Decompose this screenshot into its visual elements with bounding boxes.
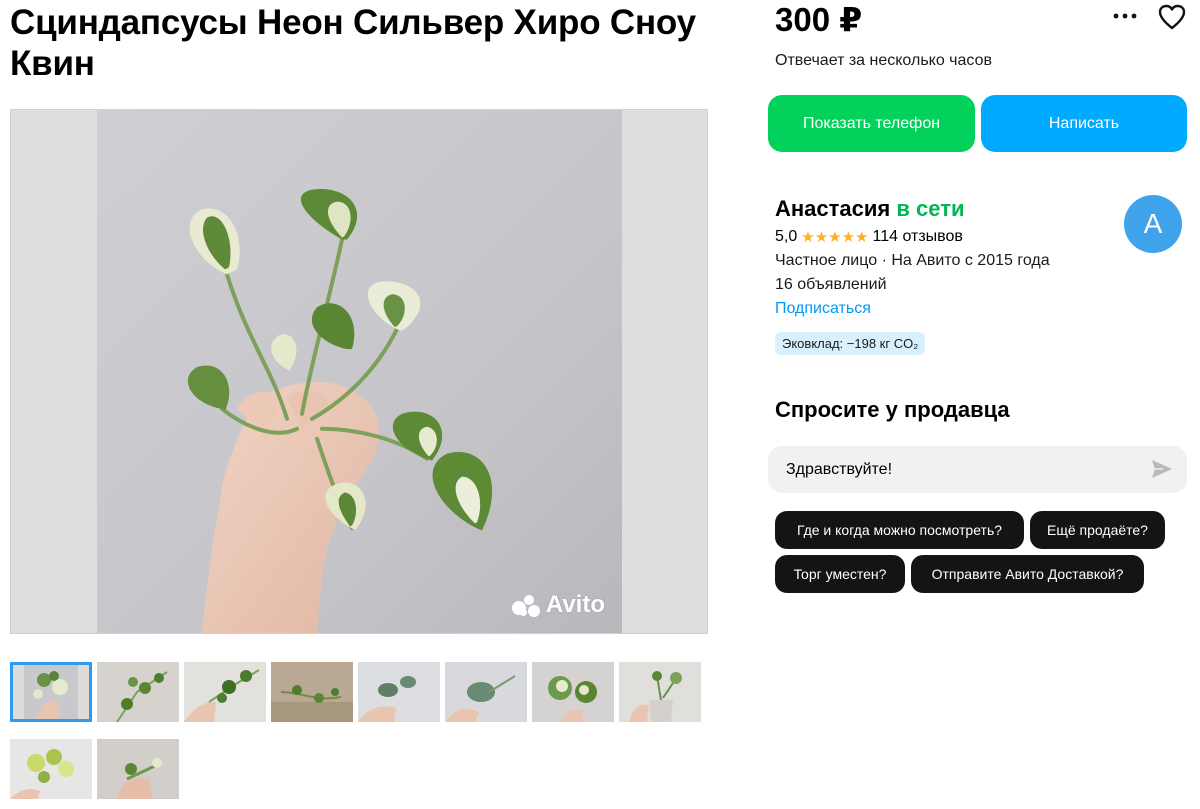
reviews-link[interactable]: 114 отзывов <box>873 228 963 246</box>
thumbnail-2[interactable] <box>97 662 179 722</box>
thumbnail-10[interactable] <box>97 739 179 799</box>
heart-icon[interactable] <box>1157 2 1187 32</box>
eco-badge[interactable]: Эковклад: −198 кг CO₂ <box>775 332 926 355</box>
quick-reply-chip[interactable]: Торг уместен? <box>775 555 905 593</box>
main-photo[interactable]: Avito <box>10 109 708 634</box>
thumbnail-7[interactable] <box>532 662 614 722</box>
message-input[interactable] <box>786 460 1146 479</box>
avatar[interactable]: А <box>1124 195 1182 253</box>
thumbnail-4[interactable] <box>271 662 353 722</box>
write-message-button[interactable]: Написать <box>981 95 1187 152</box>
thumbnail-8[interactable] <box>619 662 701 722</box>
response-time: Отвечает за несколько часов <box>775 52 992 69</box>
ask-seller-title: Спросите у продавца <box>775 397 1010 422</box>
thumbnail-1[interactable] <box>10 662 92 722</box>
plant-photo <box>97 110 622 633</box>
seller-rating[interactable]: 5,0 ★★★★★ 114 отзывов <box>775 228 963 246</box>
rating-value: 5,0 <box>775 228 798 245</box>
show-phone-button[interactable]: Показать телефон <box>768 95 975 152</box>
message-box[interactable] <box>768 446 1187 493</box>
seller-name-line[interactable]: Анастасия в сети <box>775 196 965 222</box>
photo-blur-left <box>11 110 97 633</box>
price: 300 ₽ <box>775 1 863 38</box>
seller-type: Частное лицо · На Авито с 2015 года <box>775 252 1050 269</box>
quick-reply-chip[interactable]: Ещё продаёте? <box>1030 511 1165 549</box>
avito-logo-icon <box>511 593 542 617</box>
quick-reply-chip[interactable]: Где и когда можно посмотреть? <box>775 511 1024 549</box>
star-rating-icon: ★★★★★ <box>801 229 869 246</box>
listing-title: Сциндапсусы Неон Сильвер Хиро Сноу Квин <box>10 3 696 83</box>
thumbnail-6[interactable] <box>445 662 527 722</box>
seller-listings-count[interactable]: 16 объявлений <box>775 276 887 294</box>
thumbnail-3[interactable] <box>184 662 266 722</box>
online-status: в сети <box>896 196 965 221</box>
photo-blur-right <box>621 110 707 633</box>
more-dots-icon[interactable] <box>1112 6 1138 26</box>
quick-reply-chip[interactable]: Отправите Авито Доставкой? <box>911 555 1144 593</box>
avito-watermark: Avito <box>511 591 605 619</box>
seller-name[interactable]: Анастасия <box>775 196 890 221</box>
subscribe-link[interactable]: Подписаться <box>775 300 871 318</box>
thumbnail-5[interactable] <box>358 662 440 722</box>
send-icon[interactable] <box>1151 459 1173 479</box>
thumbnail-9[interactable] <box>10 739 92 799</box>
